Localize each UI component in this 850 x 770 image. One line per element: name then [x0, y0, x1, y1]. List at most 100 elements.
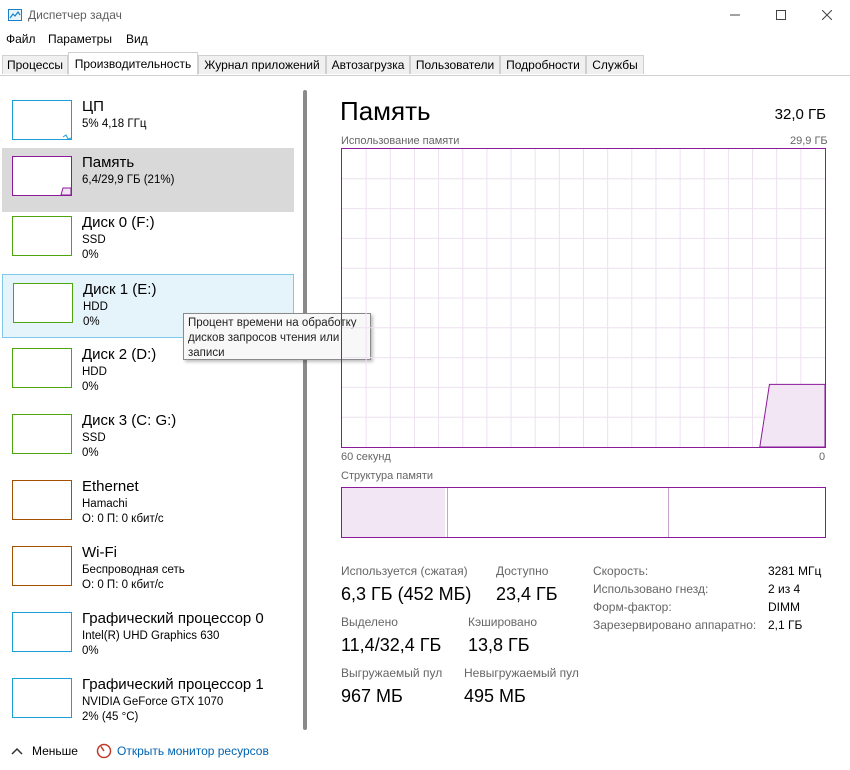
minimize-icon	[730, 14, 740, 16]
resource-monitor-icon	[96, 743, 112, 759]
window-title: Диспетчер задач	[28, 8, 122, 22]
usage-chart-max: 29,9 ГБ	[790, 135, 828, 147]
chevron-up-icon[interactable]	[10, 746, 24, 756]
cached-label: Кэшировано	[468, 615, 538, 629]
device-throughput: О: 0 П: 0 кбит/с	[82, 579, 164, 591]
device-list-scrollbar[interactable]	[303, 90, 307, 730]
device-model: Intel(R) UHD Graphics 630	[82, 630, 220, 642]
maximize-icon	[776, 10, 786, 20]
tab-services[interactable]: Службы	[586, 55, 644, 74]
tab-bar: Процессы Производительность Журнал прило…	[0, 52, 850, 76]
memory-thumbnail	[12, 156, 72, 196]
menu-view[interactable]: Вид	[126, 32, 148, 46]
page-title: Память	[340, 96, 431, 126]
device-usage: 2% (45 °C)	[82, 711, 139, 723]
memory-usage-area	[759, 383, 826, 448]
tab-users[interactable]: Пользователи	[410, 55, 500, 74]
disk-thumbnail	[12, 216, 72, 256]
slots-label: Использовано гнезд:	[593, 582, 709, 596]
tab-startup[interactable]: Автозагрузка	[326, 55, 410, 74]
device-name: Графический процессор 1	[82, 676, 264, 693]
slots-value: 2 из 4	[768, 582, 801, 596]
device-cpu[interactable]: ЦП 5% 4,18 ГГц	[2, 92, 294, 156]
memory-structure-bar	[341, 487, 826, 538]
tab-performance[interactable]: Производительность	[68, 52, 198, 75]
memory-usage-graph	[342, 149, 826, 448]
device-throughput: О: 0 П: 0 кбит/с	[82, 513, 164, 525]
maximize-button[interactable]	[758, 0, 804, 30]
device-gpu-0[interactable]: Графический процессор 0 Intel(R) UHD Gra…	[2, 604, 294, 668]
device-adapter: Беспроводная сеть	[82, 564, 185, 576]
cached-value: 13,8 ГБ	[468, 635, 530, 655]
time-axis-right: 0	[819, 451, 826, 463]
reserved-label: Зарезервировано аппаратно:	[593, 618, 757, 632]
device-name: Ethernet	[82, 478, 139, 495]
reserved-value: 2,1 ГБ	[768, 618, 803, 632]
paged-pool-label: Выгружаемый пул	[341, 666, 443, 680]
device-detail: 6,4/29,9 ГБ (21%)	[82, 174, 175, 186]
cpu-thumbnail	[12, 100, 72, 140]
menu-options[interactable]: Параметры	[48, 32, 112, 46]
device-disk-3[interactable]: Диск 3 (C: G:) SSD 0%	[2, 406, 294, 470]
memory-usage-chart	[341, 148, 826, 448]
open-resource-monitor-link[interactable]: Открыть монитор ресурсов	[117, 744, 269, 758]
device-name: Графический процессор 0	[82, 610, 264, 627]
usage-chart-label: Использование памяти	[341, 135, 460, 147]
structure-in-use	[342, 488, 446, 537]
device-memory[interactable]: Память 6,4/29,9 ГБ (21%)	[2, 148, 294, 212]
fewer-details-button[interactable]: Меньше	[32, 744, 78, 758]
gpu-thumbnail	[12, 612, 72, 652]
memory-total: 32,0 ГБ	[774, 106, 826, 123]
device-detail: 5% 4,18 ГГц	[82, 118, 147, 130]
gpu-thumbnail	[12, 678, 72, 718]
device-name: Диск 0 (F:)	[82, 214, 155, 231]
in-use-label: Используется (сжатая)	[341, 564, 468, 578]
close-icon	[822, 10, 832, 20]
paged-pool-value: 967 МБ	[341, 686, 403, 706]
device-name: Память	[82, 154, 135, 171]
device-usage: 0%	[82, 447, 99, 459]
device-adapter: Hamachi	[82, 498, 128, 510]
speed-value: 3281 МГц	[768, 564, 822, 578]
form-factor-value: DIMM	[768, 600, 800, 614]
tab-app-history[interactable]: Журнал приложений	[198, 55, 326, 74]
device-ethernet[interactable]: Ethernet Hamachi О: 0 П: 0 кбит/с	[2, 472, 294, 536]
available-label: Доступно	[496, 564, 549, 578]
device-usage: 0%	[82, 381, 99, 393]
nonpaged-pool-value: 495 МБ	[464, 686, 526, 706]
device-list: ЦП 5% 4,18 ГГц Память 6,4/29,9 ГБ (21%) …	[0, 90, 296, 730]
committed-label: Выделено	[341, 615, 398, 629]
close-button[interactable]	[804, 0, 850, 30]
device-disk-0[interactable]: Диск 0 (F:) SSD 0%	[2, 208, 294, 272]
device-type: SSD	[82, 432, 106, 444]
device-type: HDD	[82, 366, 107, 378]
structure-standby	[448, 488, 669, 537]
disk-thumbnail	[12, 414, 72, 454]
footer: Меньше Открыть монитор ресурсов	[0, 740, 850, 770]
device-model: NVIDIA GeForce GTX 1070	[82, 696, 224, 708]
menu-file[interactable]: Файл	[6, 32, 36, 46]
structure-label: Структура памяти	[341, 470, 434, 482]
in-use-value: 6,3 ГБ (452 МБ)	[341, 584, 472, 604]
task-manager-icon	[8, 9, 22, 21]
device-type: SSD	[82, 234, 106, 246]
speed-label: Скорость:	[593, 564, 649, 578]
form-factor-label: Форм-фактор:	[593, 600, 672, 614]
device-name: Диск 3 (C: G:)	[82, 412, 177, 429]
tab-processes[interactable]: Процессы	[2, 55, 68, 74]
device-type: HDD	[83, 301, 108, 313]
minimize-button[interactable]	[712, 0, 758, 30]
title-bar: Диспетчер задач	[0, 0, 850, 30]
device-gpu-1[interactable]: Графический процессор 1 NVIDIA GeForce G…	[2, 670, 294, 734]
tab-details[interactable]: Подробности	[500, 55, 586, 74]
available-value: 23,4 ГБ	[496, 584, 558, 604]
device-name: Диск 1 (E:)	[83, 281, 157, 298]
device-name: Диск 2 (D:)	[82, 346, 157, 363]
device-name: ЦП	[82, 98, 104, 115]
disk-thumbnail	[13, 283, 73, 323]
committed-value: 11,4/32,4 ГБ	[341, 635, 442, 655]
device-wifi[interactable]: Wi-Fi Беспроводная сеть О: 0 П: 0 кбит/с	[2, 538, 294, 602]
network-thumbnail	[12, 480, 72, 520]
disk-thumbnail	[12, 348, 72, 388]
device-name: Wi-Fi	[82, 544, 117, 561]
